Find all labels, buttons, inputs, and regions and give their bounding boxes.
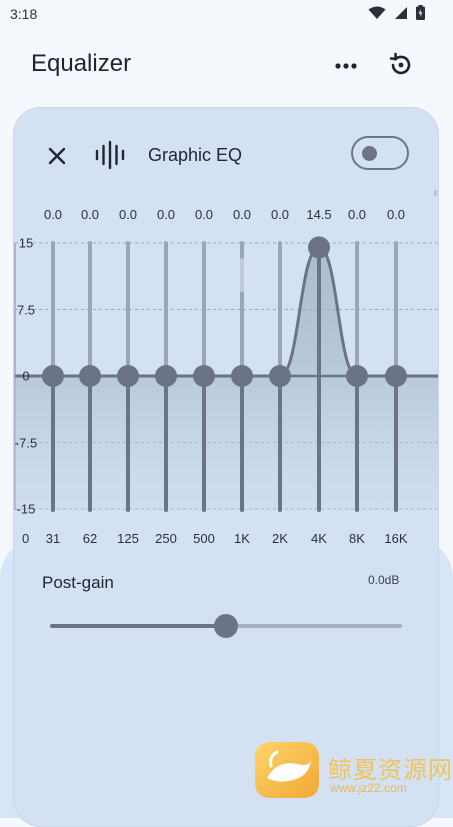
band-freq-label: 62 <box>82 531 98 546</box>
x-axis-origin-label: 0 <box>22 531 30 546</box>
band-gain-label: 14.5 <box>306 207 332 222</box>
band-freq-label: 125 <box>117 531 139 546</box>
band-gain-label: 0.0 <box>43 207 63 222</box>
band-gain-label: 0.0 <box>156 207 176 222</box>
band-gain-label: 0.0 <box>194 207 214 222</box>
band-gain-label: 0.0 <box>118 207 138 222</box>
band-thumb-16K[interactable] <box>385 365 407 387</box>
postgain-slider[interactable] <box>50 614 402 638</box>
band-gain-label: 0.0 <box>386 207 406 222</box>
band-thumb-500[interactable] <box>193 365 215 387</box>
y-tick-label: 7.5 <box>16 302 36 317</box>
band-gain-label: 0.0 <box>270 207 290 222</box>
watermark-logo-icon <box>255 742 319 798</box>
band-thumb-8K[interactable] <box>346 365 368 387</box>
band-freq-label: 250 <box>155 531 177 546</box>
band-freq-label: 500 <box>193 531 215 546</box>
band-thumb-4K[interactable] <box>308 236 330 259</box>
y-tick-label: 0 <box>22 368 30 384</box>
band-thumb-125[interactable] <box>117 365 139 387</box>
band-thumb-250[interactable] <box>155 365 177 387</box>
card-edge-mark <box>434 190 437 196</box>
postgain-value: 0.0dB <box>368 573 400 587</box>
band-thumb-31[interactable] <box>42 365 64 387</box>
band-freq-label: 8K <box>349 531 365 546</box>
y-tick-label: 15 <box>18 235 34 251</box>
band-thumb-1K[interactable] <box>231 365 253 387</box>
band-freq-label: 4K <box>311 531 327 546</box>
band-freq-label: 2K <box>272 531 288 546</box>
eq-graph <box>14 190 438 512</box>
band-gain-label: 0.0 <box>232 207 252 222</box>
band-freq-label: 1K <box>234 531 250 546</box>
band-freq-label: 16K <box>384 531 408 546</box>
scroll-indicator <box>240 258 244 292</box>
watermark-url: www.jz22.com <box>330 781 407 795</box>
band-thumb-2K[interactable] <box>269 365 291 387</box>
y-tick-label: -7.5 <box>14 435 38 450</box>
response-curve <box>15 245 438 378</box>
response-area <box>15 247 438 510</box>
band-gain-label: 0.0 <box>347 207 367 222</box>
postgain-label: Post-gain <box>42 573 114 592</box>
band-freq-label: 31 <box>45 531 61 546</box>
band-gain-label: 0.0 <box>80 207 100 222</box>
watermark-text: 鲸夏资源网 <box>328 757 453 784</box>
slider-thumb[interactable] <box>214 614 238 638</box>
y-tick-label: -15 <box>16 501 36 517</box>
slider-fill <box>50 624 226 628</box>
band-thumb-62[interactable] <box>79 365 101 387</box>
